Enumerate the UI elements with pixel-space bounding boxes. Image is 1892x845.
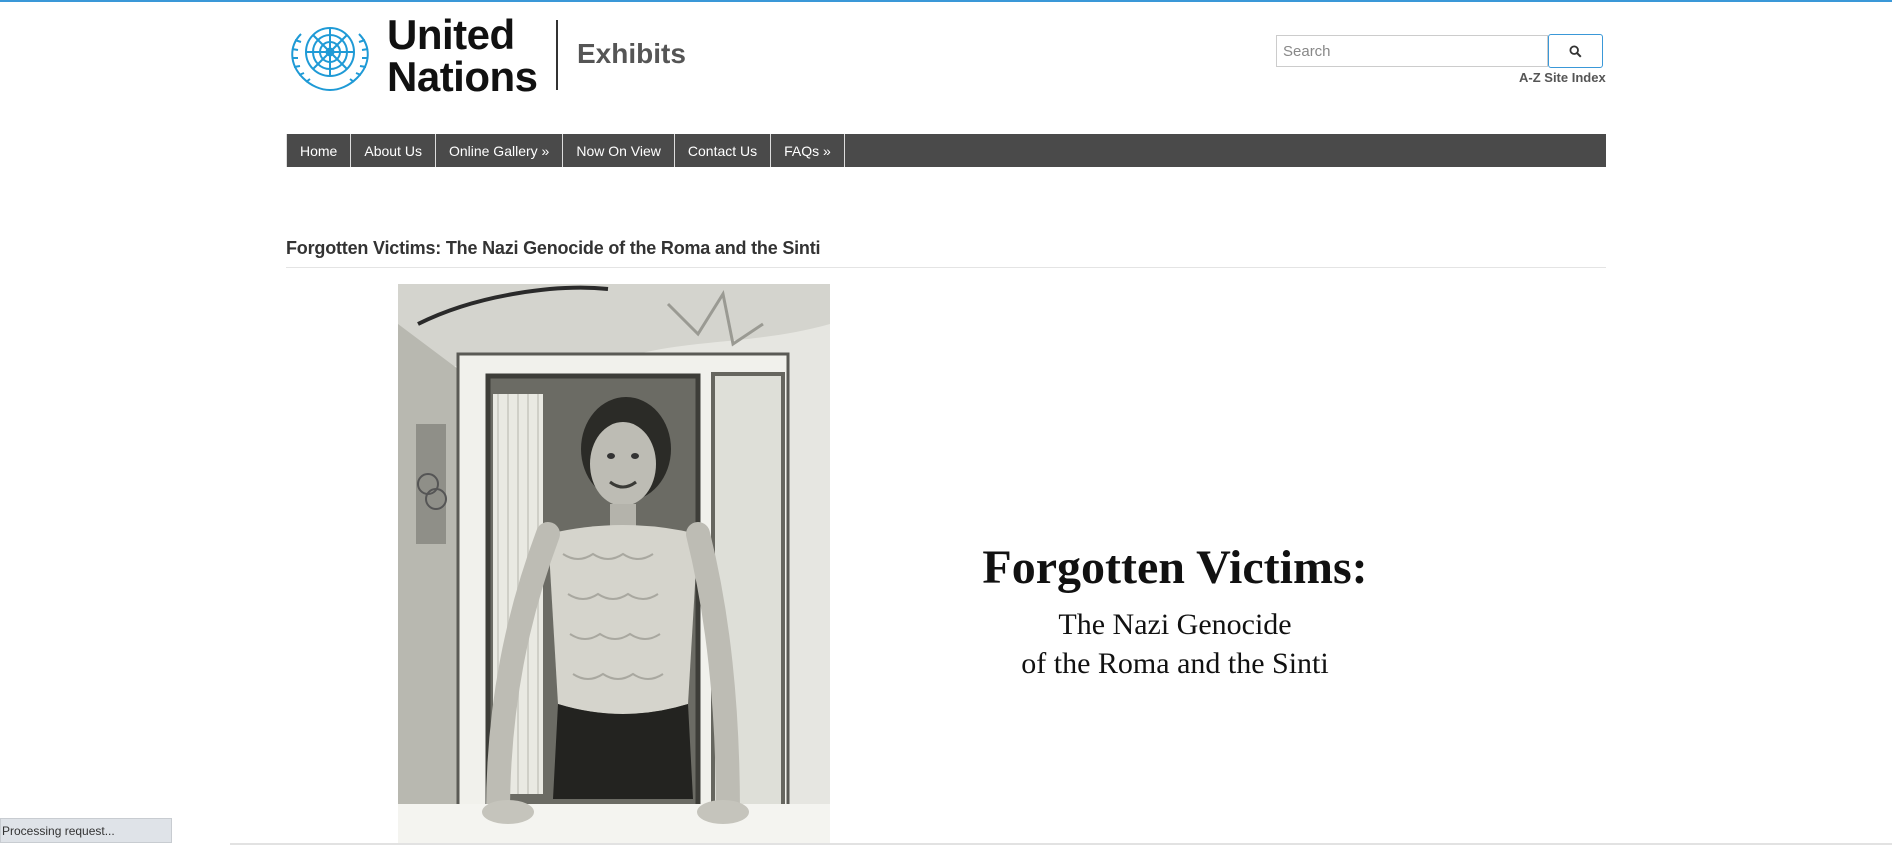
browser-status-bar: Processing request... — [0, 818, 172, 843]
exhibit-photo — [398, 284, 830, 845]
poster-subtitle-line1: The Nazi Genocide — [1058, 608, 1292, 641]
az-site-index-link[interactable]: A-Z Site Index — [1519, 70, 1606, 85]
search-icon — [1569, 44, 1582, 58]
nav-faqs[interactable]: FAQs » — [771, 134, 845, 167]
main-nav: Home About Us Online Gallery » Now On Vi… — [286, 134, 1606, 167]
nav-contact-us[interactable]: Contact Us — [675, 134, 772, 167]
page-title: Forgotten Victims: The Nazi Genocide of … — [286, 238, 821, 258]
nav-now-on-view[interactable]: Now On View — [563, 134, 675, 167]
brand-divider — [556, 20, 558, 90]
brand-line1: United — [387, 11, 515, 58]
search-button[interactable] — [1548, 34, 1603, 68]
site-name[interactable]: Exhibits — [577, 38, 686, 70]
nav-about-us[interactable]: About Us — [351, 134, 436, 167]
poster-subtitle-line2: of the Roma and the Sinti — [1021, 647, 1329, 680]
search-input[interactable] — [1276, 35, 1548, 67]
title-divider — [286, 267, 1606, 268]
un-emblem-icon[interactable] — [281, 16, 379, 94]
brand-line2: Nations — [387, 53, 538, 100]
brand-wordmark[interactable]: United Nations — [387, 14, 538, 98]
poster-title: Forgotten Victims: — [982, 541, 1368, 594]
nav-online-gallery[interactable]: Online Gallery » — [436, 134, 564, 167]
nav-home[interactable]: Home — [286, 134, 352, 167]
top-accent-bar — [0, 0, 1892, 2]
